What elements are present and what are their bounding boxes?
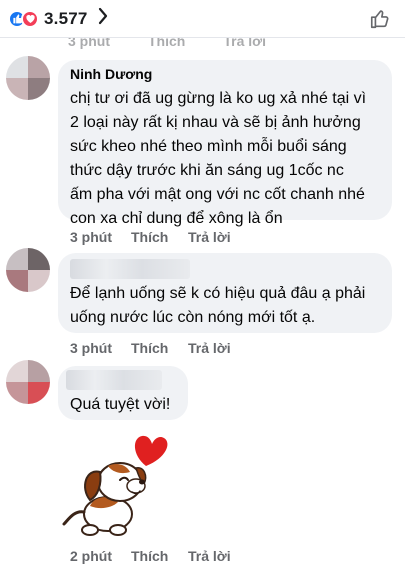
avatar[interactable] (6, 360, 50, 404)
reaction-count[interactable]: 3.577 (44, 9, 88, 29)
puppy-heart-sticker[interactable] (60, 430, 172, 542)
like-button[interactable]: Thích (131, 548, 168, 564)
comment-bubble: Ninh Dương chị tư ơi đã ug gừng là ko ug… (58, 60, 392, 227)
comment-bubble: Quá tuyệt vời! (58, 366, 188, 420)
like-button[interactable]: Thích (131, 340, 168, 356)
comment-author[interactable]: Ninh Dương (70, 66, 152, 82)
reply-button[interactable]: Trả lời (188, 340, 231, 356)
comment-bubble: Để lạnh uống sẽ k có hiệu quả đâu ạ phải… (58, 253, 392, 333)
comment-text: Quá tuyệt vời! (70, 396, 171, 413)
comment-time[interactable]: 3 phút (70, 229, 112, 245)
heart-icon (134, 435, 168, 466)
comment-text: chị tư ơi đã ug gừng là ko ug xả nhé tại… (70, 90, 367, 227)
blurred-author-name (70, 259, 190, 279)
chevron-right-icon[interactable] (98, 7, 108, 30)
avatar[interactable] (6, 56, 50, 100)
reaction-bar[interactable]: 3.577 (0, 0, 405, 38)
comment-time[interactable]: 3 phút (70, 340, 112, 356)
like-button[interactable]: Thích (131, 229, 168, 245)
avatar[interactable] (6, 248, 50, 292)
comment-time[interactable]: 2 phút (70, 548, 112, 564)
comment-text: Để lạnh uống sẽ k có hiệu quả đâu ạ phải… (70, 285, 366, 326)
blurred-author-name (66, 370, 162, 390)
love-reaction-icon (21, 9, 39, 28)
like-thumb-icon[interactable] (369, 8, 391, 35)
reply-button[interactable]: Trả lời (188, 229, 231, 245)
reply-button[interactable]: Trả lời (188, 548, 231, 564)
